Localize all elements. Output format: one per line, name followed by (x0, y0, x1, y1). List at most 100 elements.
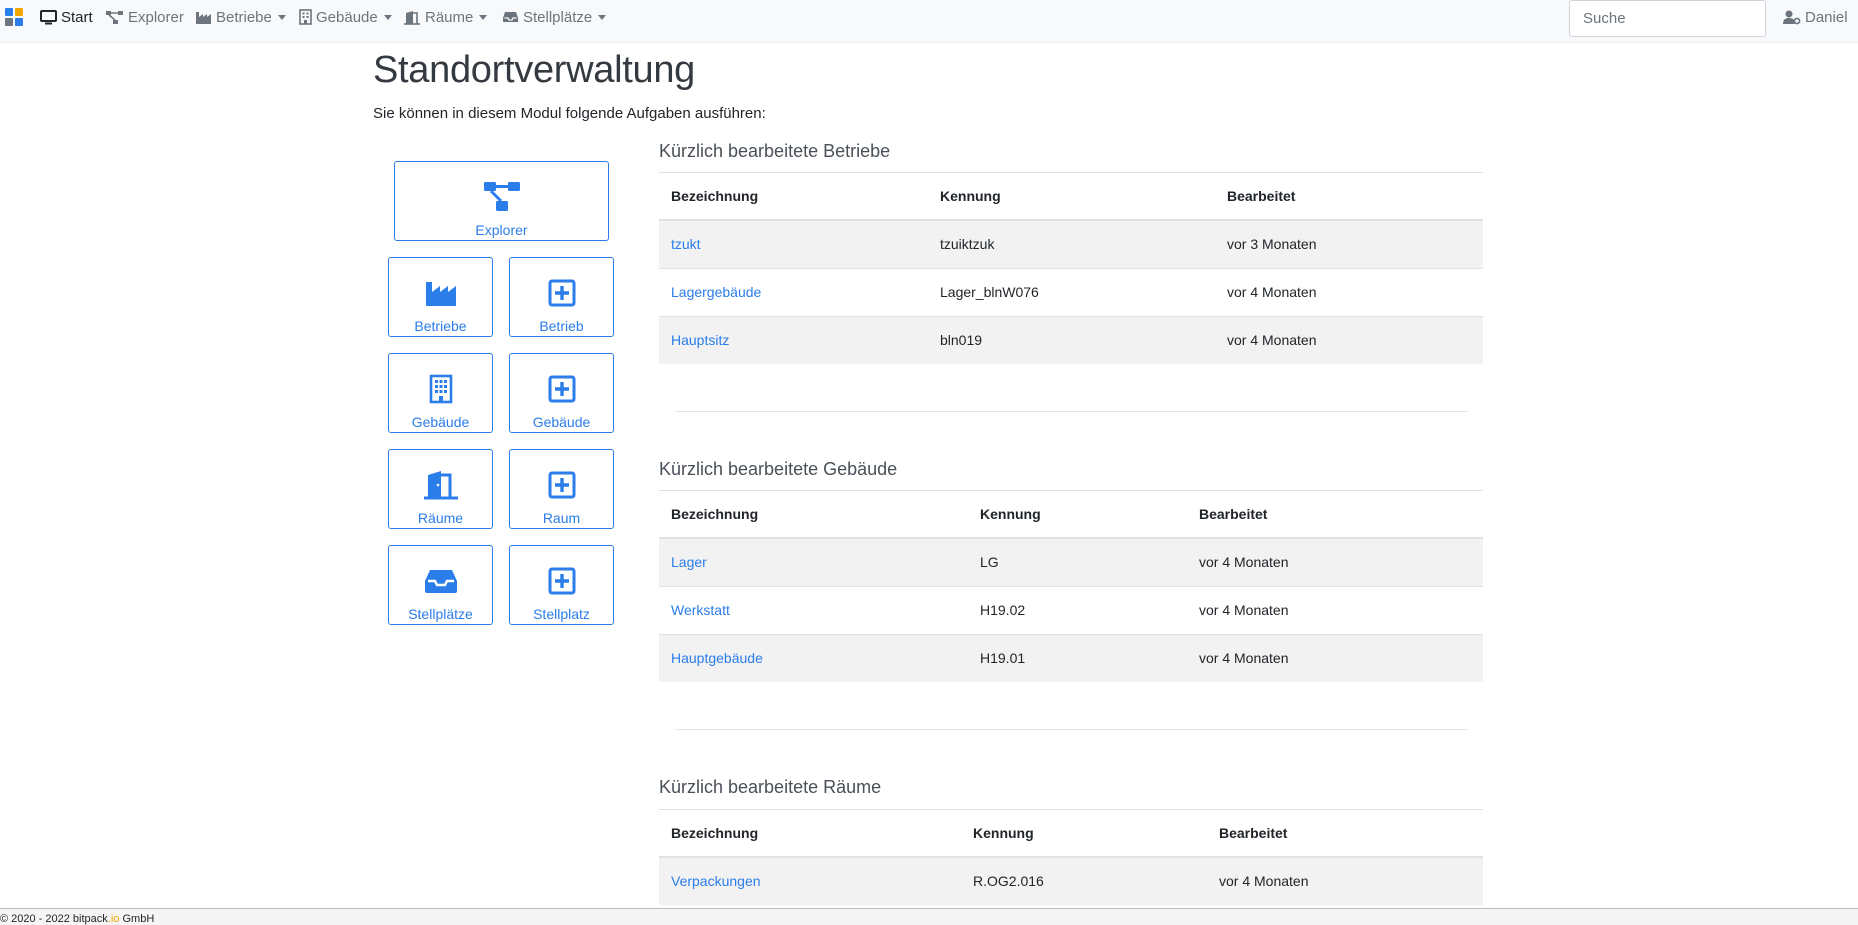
chevron-down-icon (383, 14, 392, 20)
nav-start[interactable]: Start (40, 7, 93, 27)
user-cog-icon (1783, 10, 1801, 24)
table-header-row: Bezeichnung Kennung Bearbeitet (659, 172, 1483, 221)
door-icon (423, 471, 458, 500)
page-title: Standortverwaltung (373, 49, 696, 91)
bearbeitet-cell: vor 4 Monaten (1187, 585, 1483, 634)
betrieb-link[interactable]: tzukt (671, 236, 701, 252)
betrieb-link[interactable]: Lagergebäude (671, 284, 761, 300)
betriebe-tile[interactable]: Betriebe (388, 257, 493, 337)
plus-square-icon (548, 375, 575, 403)
recent-raeume-title: Kürzlich bearbeitete Räume (659, 777, 882, 797)
gebaeude-tile-label: Gebäude (411, 414, 470, 430)
explorer-tile[interactable]: Explorer (394, 161, 609, 241)
column-header: Bezeichnung (659, 809, 961, 858)
column-header: Bearbeitet (1207, 809, 1483, 858)
stellplaetze-tile-label: Stellplätze (408, 606, 473, 622)
bearbeitet-cell: vor 4 Monaten (1215, 267, 1483, 316)
nav-stellplaetze-dropdown[interactable]: Stellplätze (502, 7, 607, 27)
column-header: Bearbeitet (1215, 172, 1483, 221)
user-name: Daniel (1805, 8, 1848, 26)
betriebe-tile-label: Betriebe (414, 318, 467, 334)
table-header-row: Bezeichnung Kennung Bearbeitet (659, 809, 1483, 858)
add-raum-tile[interactable]: Raum (509, 449, 614, 529)
kennung-cell: H19.02 (968, 585, 1187, 634)
table-row: Lagergebäude Lager_blnW076 vor 4 Monaten (659, 267, 1483, 316)
kennung-cell: bln019 (928, 315, 1215, 364)
nav-raeume-dropdown[interactable]: Räume (404, 7, 488, 27)
user-menu[interactable]: Daniel (1783, 7, 1848, 27)
bearbeitet-cell: vor 4 Monaten (1215, 315, 1483, 364)
recent-betriebe-table: Bezeichnung Kennung Bearbeitet tzukt tzu… (659, 172, 1483, 364)
table-row: Lager LG vor 4 Monaten (659, 537, 1483, 586)
plus-square-icon (548, 567, 575, 595)
bearbeitet-cell: vor 4 Monaten (1187, 633, 1483, 682)
add-betrieb-tile-label: Betrieb (539, 318, 584, 334)
plus-square-icon (548, 279, 575, 307)
recent-gebaeude-title: Kürzlich bearbeitete Gebäude (659, 459, 898, 479)
add-stellplatz-tile-label: Stellplatz (533, 606, 590, 622)
sitemap-icon (106, 10, 123, 24)
raeume-tile[interactable]: Räume (388, 449, 493, 529)
inbox-icon (424, 570, 457, 593)
stellplaetze-tile[interactable]: Stellplätze (388, 545, 493, 625)
search-input[interactable] (1569, 0, 1766, 37)
raum-link[interactable]: Verpackungen (671, 873, 761, 889)
bearbeitet-cell: vor 3 Monaten (1215, 219, 1483, 268)
table-row: Verpackungen R.OG2.016 vor 4 Monaten (659, 856, 1483, 905)
gebaeude-link[interactable]: Werkstatt (671, 602, 730, 618)
betrieb-link[interactable]: Hauptsitz (671, 332, 729, 348)
column-header: Bezeichnung (659, 490, 968, 539)
kennung-cell: R.OG2.016 (961, 856, 1207, 905)
table-row: Hauptsitz bln019 vor 4 Monaten (659, 315, 1483, 364)
nav-explorer-label: Explorer (128, 8, 184, 26)
add-gebaeude-tile-label: Gebäude (532, 414, 591, 430)
nav-start-label: Start (61, 8, 93, 26)
gebaeude-link[interactable]: Lager (671, 554, 707, 570)
column-header: Kennung (928, 172, 1215, 221)
add-gebaeude-tile[interactable]: Gebäude (509, 353, 614, 433)
gebaeude-link[interactable]: Hauptgebäude (671, 650, 763, 666)
nav-gebaeude-label: Gebäude (316, 8, 378, 26)
recent-gebaeude-table: Bezeichnung Kennung Bearbeitet Lager LG … (659, 490, 1483, 682)
column-header: Kennung (968, 490, 1187, 539)
section-divider (675, 411, 1468, 412)
door-icon (404, 10, 420, 25)
nav-stellplaetze-label: Stellplätze (523, 8, 593, 26)
add-betrieb-tile[interactable]: Betrieb (509, 257, 614, 337)
plus-square-icon (548, 471, 575, 499)
factory-icon (196, 11, 211, 24)
raeume-tile-label: Räume (417, 510, 464, 526)
table-row: Hauptgebäude H19.01 vor 4 Monaten (659, 633, 1483, 682)
column-header: Bearbeitet (1187, 490, 1483, 539)
app-logo-icon[interactable] (5, 8, 24, 27)
add-raum-tile-label: Raum (542, 510, 581, 526)
nav-betriebe-dropdown[interactable]: Betriebe (196, 7, 286, 27)
chevron-down-icon (277, 14, 286, 20)
section-divider (675, 729, 1468, 730)
recent-raeume-table: Bezeichnung Kennung Bearbeitet Verpackun… (659, 809, 1483, 905)
kennung-cell: LG (968, 537, 1187, 586)
table-row: tzukt tzuiktzuk vor 3 Monaten (659, 219, 1483, 268)
kennung-cell: Lager_blnW076 (928, 267, 1215, 316)
chevron-down-icon (598, 14, 607, 20)
column-header: Bezeichnung (659, 172, 928, 221)
add-stellplatz-tile[interactable]: Stellplatz (509, 545, 614, 625)
bearbeitet-cell: vor 4 Monaten (1207, 856, 1483, 905)
nav-betriebe-label: Betriebe (216, 8, 272, 26)
gebaeude-tile[interactable]: Gebäude (388, 353, 493, 433)
sitemap-icon (483, 182, 520, 211)
recent-betriebe-title: Kürzlich bearbeitete Betriebe (659, 141, 891, 161)
page-subtitle: Sie können in diesem Modul folgende Aufg… (373, 105, 766, 122)
monitor-icon (40, 9, 57, 24)
nav-explorer[interactable]: Explorer (106, 7, 184, 27)
factory-icon (425, 282, 456, 306)
explorer-tile-label: Explorer (475, 222, 528, 238)
footer-copyright: © 2020 - 2022 bitpack.io GmbH (0, 913, 155, 925)
column-header: Kennung (961, 809, 1207, 858)
nav-gebaeude-dropdown[interactable]: Gebäude (299, 7, 392, 27)
building-icon (299, 9, 312, 25)
top-navbar: Start Explorer Betriebe Gebäude Räume St… (0, 0, 1858, 43)
building-icon (429, 374, 452, 404)
inbox-icon (503, 12, 518, 22)
kennung-cell: tzuiktzuk (928, 219, 1215, 268)
